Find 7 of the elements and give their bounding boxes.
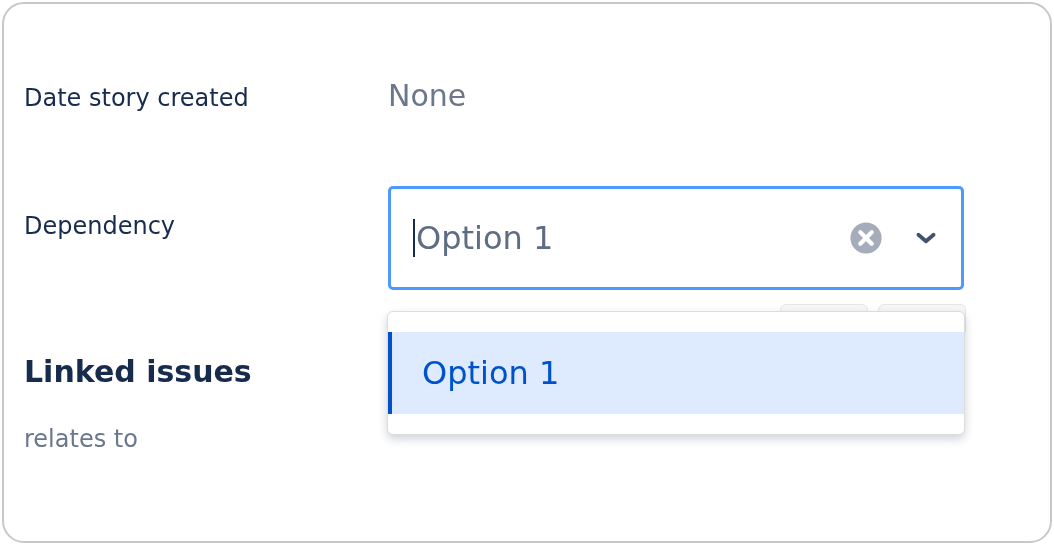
section-heading: Linked issues xyxy=(24,354,252,389)
relation-label: relates to xyxy=(24,425,138,453)
dropdown-option[interactable]: Option 1 xyxy=(388,332,964,414)
select-field[interactable]: Option 1 xyxy=(388,186,964,290)
field-label: Dependency xyxy=(24,211,177,240)
field-value: None xyxy=(388,78,467,113)
field-label: Date story created xyxy=(24,83,250,112)
